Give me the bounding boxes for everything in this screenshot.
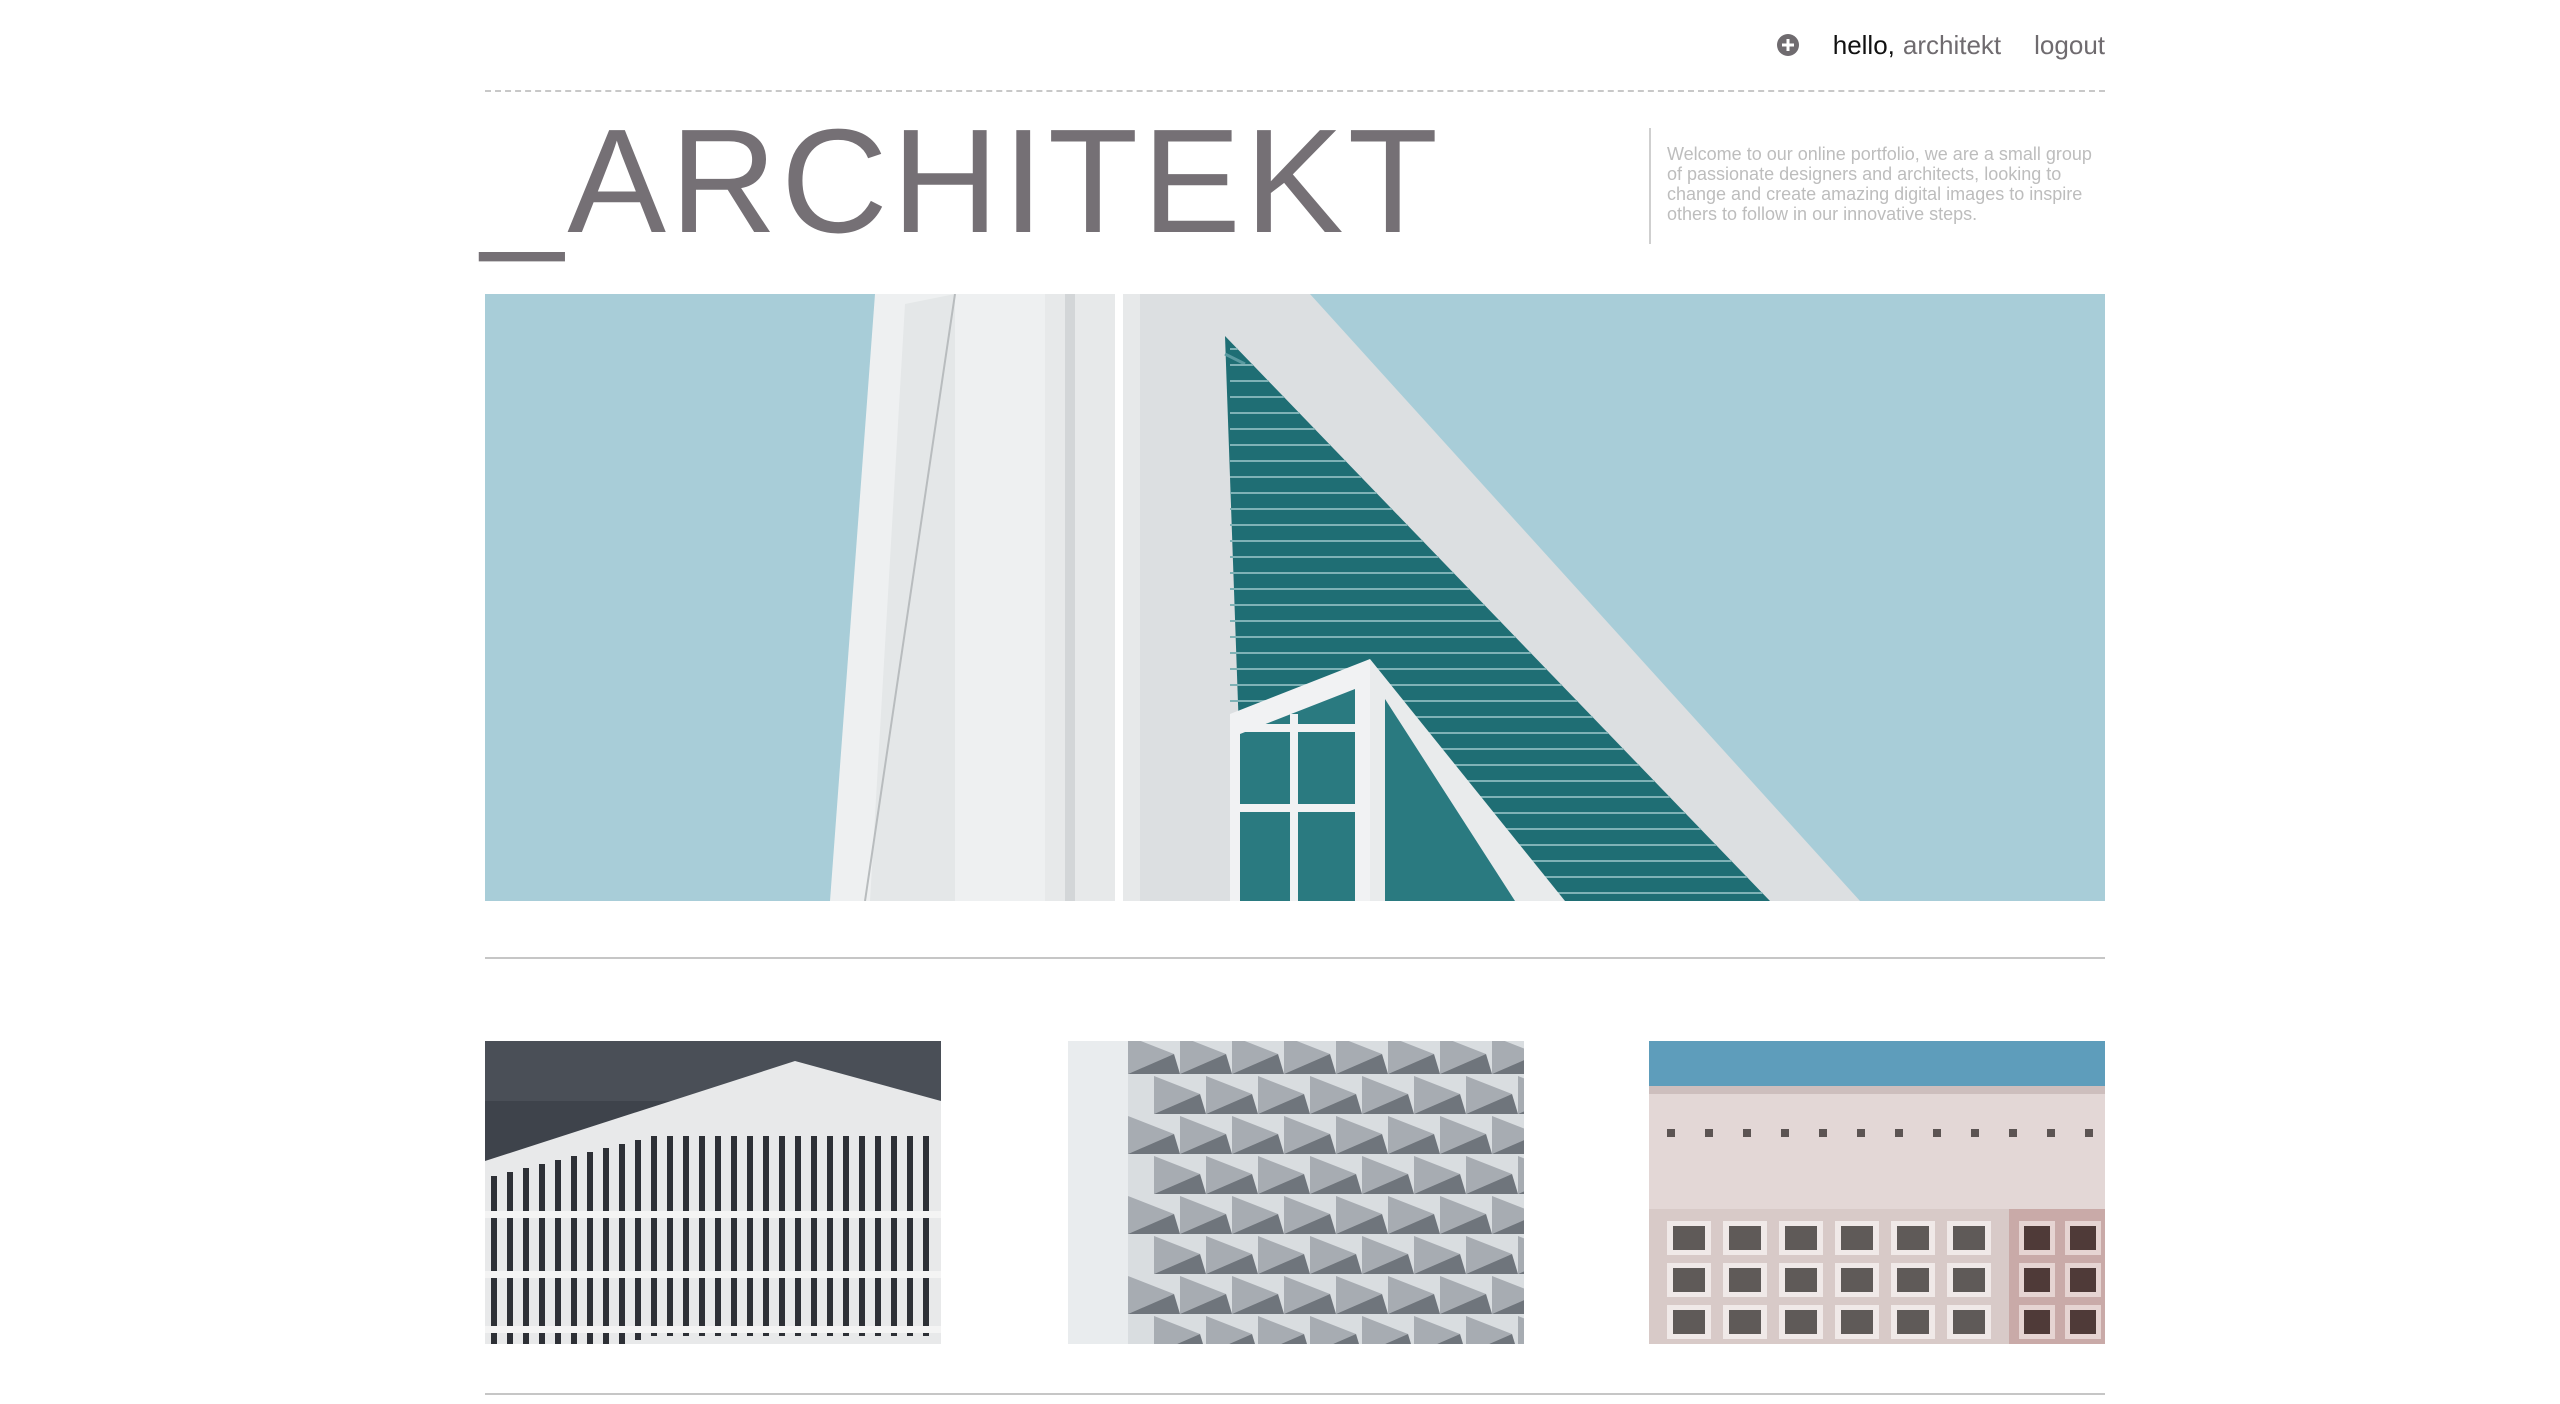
site-title: _ARCHITEKT — [481, 99, 1443, 264]
section-divider-bottom — [485, 1393, 2105, 1395]
username-link[interactable]: architekt — [1903, 30, 2001, 61]
header-divider — [485, 90, 2105, 92]
gallery-thumb-2[interactable] — [1068, 1041, 1524, 1344]
plus-circle-icon[interactable] — [1776, 34, 1799, 56]
greeting-text: hello, — [1832, 29, 1895, 60]
gallery-thumb-3[interactable] — [1649, 1041, 2105, 1344]
logout-link[interactable]: logout — [2034, 30, 2105, 61]
intro-block: Welcome to our online portfolio, we are … — [1649, 128, 2107, 244]
section-divider-top — [485, 957, 2105, 959]
page: hello, architekt logout _ARCHITEKT Welco… — [0, 0, 2560, 1404]
intro-text: Welcome to our online portfolio, we are … — [1667, 144, 2092, 224]
top-nav: hello, architekt logout — [1776, 25, 2105, 65]
hero-image — [485, 294, 2105, 901]
gallery-thumb-1[interactable] — [485, 1041, 941, 1344]
